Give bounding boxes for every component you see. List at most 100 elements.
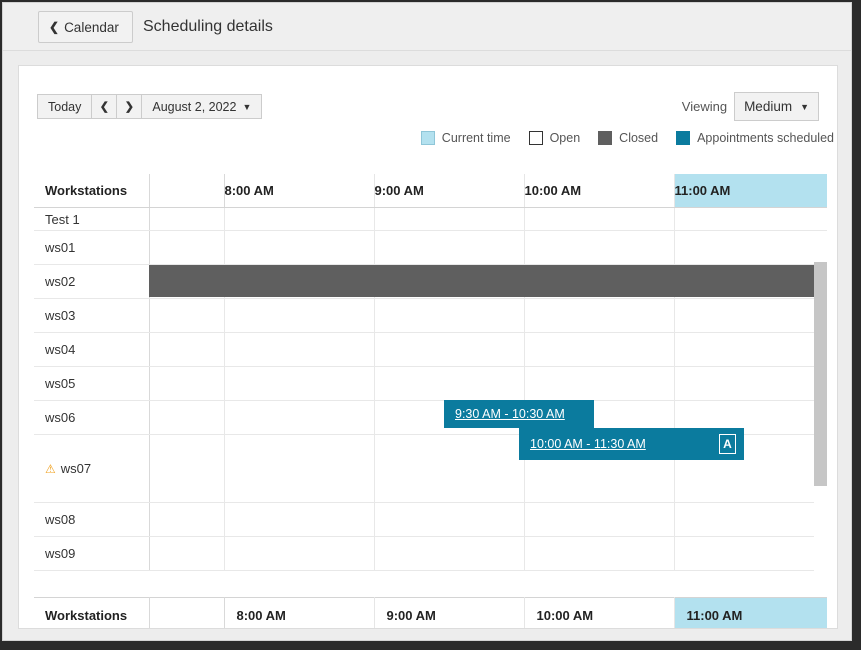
slot-cell[interactable] (374, 333, 524, 367)
table-row[interactable]: ws05 (34, 367, 827, 401)
date-picker-label: August 2, 2022 (152, 100, 236, 114)
workstation-name: ws04 (45, 342, 75, 357)
workstation-name: Test 1 (45, 212, 80, 227)
row-label-ws07[interactable]: ⚠ws07 (34, 435, 149, 503)
slot-cell[interactable] (374, 503, 524, 537)
closed-block-ws02[interactable] (149, 265, 827, 297)
slot-cell[interactable] (224, 503, 374, 537)
slot-cell[interactable] (224, 231, 374, 265)
column-header-workstations[interactable]: Workstations (34, 174, 149, 208)
appointment-block-930-1030[interactable]: 9:30 AM - 10:30 AM (444, 400, 594, 428)
slot-cell[interactable] (674, 367, 827, 401)
schedule-footer-table: Workstations 8:00 AM 9:00 AM 10:00 AM 11… (34, 597, 827, 629)
footer-column-header-8am[interactable]: 8:00 AM (224, 598, 374, 630)
slot-cell[interactable] (674, 537, 827, 571)
chevron-down-icon: ▼ (800, 102, 809, 112)
workstation-name: ws05 (45, 376, 75, 391)
row-label-ws04[interactable]: ws04 (34, 333, 149, 367)
legend-label-current-time: Current time (442, 131, 511, 145)
legend-item-appointments: Appointments scheduled (676, 131, 834, 145)
slot-cell[interactable] (224, 299, 374, 333)
footer-column-header-workstations[interactable]: Workstations (34, 598, 149, 630)
screenshot-frame: ❮ Calendar Scheduling details Today ❮ ❯ … (0, 0, 861, 650)
slot-cell[interactable] (674, 299, 827, 333)
workstation-name: ws06 (45, 410, 75, 425)
back-to-calendar-button[interactable]: ❮ Calendar (38, 11, 133, 43)
slot-cell[interactable] (224, 333, 374, 367)
legend-item-open: Open (529, 131, 581, 145)
footer-column-header-10am[interactable]: 10:00 AM (524, 598, 674, 630)
workstation-name: ws09 (45, 546, 75, 561)
appointment-block-1000-1130[interactable]: 10:00 AM - 11:30 AM A (519, 428, 744, 460)
slot-cell[interactable] (524, 367, 674, 401)
slot-cell[interactable] (524, 537, 674, 571)
slot-cell[interactable] (374, 208, 524, 231)
scheduling-card: Today ❮ ❯ August 2, 2022 ▼ Viewing Mediu… (18, 65, 838, 629)
row-label-ws03[interactable]: ws03 (34, 299, 149, 333)
slot-cell[interactable] (224, 401, 374, 435)
date-picker-button[interactable]: August 2, 2022 ▼ (141, 94, 262, 119)
row-label-ws06[interactable]: ws06 (34, 401, 149, 435)
slot-cell[interactable] (149, 537, 224, 571)
vertical-scrollbar[interactable] (814, 262, 827, 597)
column-header-11am-current[interactable]: 11:00 AM (674, 174, 827, 208)
column-header-10am[interactable]: 10:00 AM (524, 174, 674, 208)
previous-day-button[interactable]: ❮ (91, 94, 117, 119)
row-label-ws02[interactable]: ws02 (34, 265, 149, 299)
slot-cell[interactable] (224, 435, 374, 503)
date-navigation-group: Today ❮ ❯ August 2, 2022 ▼ (37, 94, 262, 119)
footer-column-header-11am-current[interactable]: 11:00 AM (674, 598, 827, 630)
schedule-table: Workstations 8:00 AM 9:00 AM 10:00 AM 11… (34, 174, 827, 571)
vertical-scrollbar-thumb[interactable] (814, 262, 827, 486)
slot-cell[interactable] (149, 231, 224, 265)
column-header-9am[interactable]: 9:00 AM (374, 174, 524, 208)
chevron-left-icon: ❮ (49, 21, 59, 33)
slot-cell[interactable] (149, 401, 224, 435)
table-row[interactable]: ws03 (34, 299, 827, 333)
next-day-button[interactable]: ❯ (116, 94, 142, 119)
legend-swatch-current-time (421, 131, 435, 145)
slot-cell[interactable] (674, 503, 827, 537)
slot-cell[interactable] (374, 299, 524, 333)
row-label-ws05[interactable]: ws05 (34, 367, 149, 401)
table-row[interactable]: ws08 (34, 503, 827, 537)
slot-cell[interactable] (149, 208, 224, 231)
slot-cell[interactable] (674, 231, 827, 265)
slot-cell[interactable] (524, 231, 674, 265)
slot-cell[interactable] (149, 503, 224, 537)
slot-cell[interactable] (524, 503, 674, 537)
slot-cell[interactable] (224, 208, 374, 231)
slot-cell[interactable] (149, 333, 224, 367)
slot-cell[interactable] (524, 208, 674, 231)
slot-cell[interactable] (374, 231, 524, 265)
slot-cell[interactable] (674, 333, 827, 367)
legend-label-appointments: Appointments scheduled (697, 131, 834, 145)
slot-cell[interactable] (149, 299, 224, 333)
viewing-select[interactable]: Medium ▼ (734, 92, 819, 121)
table-row[interactable]: ws04 (34, 333, 827, 367)
footer-column-header-9am[interactable]: 9:00 AM (374, 598, 524, 630)
slot-cell[interactable] (374, 537, 524, 571)
row-label-test1[interactable]: Test 1 (34, 208, 149, 231)
chevron-right-icon: ❯ (125, 100, 134, 113)
slot-cell[interactable] (524, 299, 674, 333)
table-row[interactable]: ws09 (34, 537, 827, 571)
slot-cell[interactable] (149, 367, 224, 401)
row-label-ws09[interactable]: ws09 (34, 537, 149, 571)
row-label-ws08[interactable]: ws08 (34, 503, 149, 537)
today-button[interactable]: Today (37, 94, 92, 119)
table-row[interactable]: Test 1 (34, 208, 827, 231)
slot-cell[interactable] (224, 537, 374, 571)
workstation-name: ws02 (45, 274, 75, 289)
slot-cell[interactable] (374, 367, 524, 401)
slot-cell[interactable] (374, 435, 524, 503)
slot-cell[interactable] (149, 435, 224, 503)
chevron-down-icon: ▼ (242, 102, 251, 112)
slot-cell[interactable] (224, 367, 374, 401)
slot-cell[interactable] (674, 208, 827, 231)
slot-cell[interactable] (524, 333, 674, 367)
schedule-body: Test 1 ws01 ws02 (34, 208, 827, 571)
column-header-8am[interactable]: 8:00 AM (224, 174, 374, 208)
row-label-ws01[interactable]: ws01 (34, 231, 149, 265)
table-row[interactable]: ws01 (34, 231, 827, 265)
